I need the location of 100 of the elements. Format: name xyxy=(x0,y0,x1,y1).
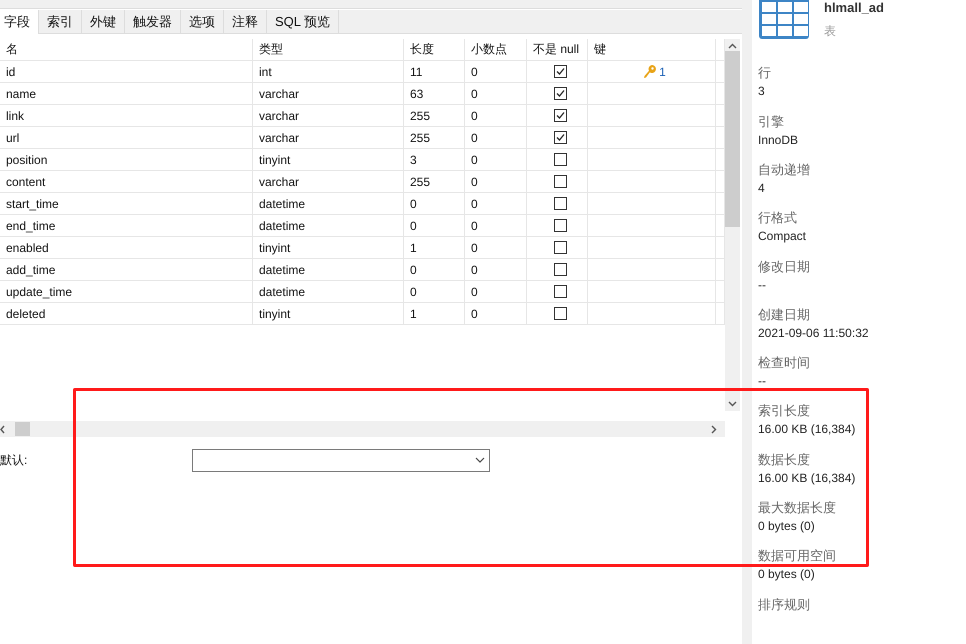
table-cell: link xyxy=(0,105,253,126)
property-value: 4 xyxy=(758,181,766,195)
table-cell: 0 xyxy=(465,83,527,104)
table-cell: 255 xyxy=(404,105,465,126)
column-header[interactable]: 小数点 xyxy=(465,39,527,60)
default-dropdown[interactable] xyxy=(192,448,490,472)
table-cell: 0 xyxy=(465,237,527,258)
property-label: 行 xyxy=(758,64,772,82)
property-label: 索引长度 xyxy=(758,402,811,420)
scroll-up-icon[interactable] xyxy=(728,43,737,49)
column-header[interactable]: 名 xyxy=(0,39,253,60)
table-cell: deleted xyxy=(0,303,253,324)
table-cell: tinyint xyxy=(253,303,404,324)
property-label: 行格式 xyxy=(758,209,798,228)
property-value: 16.00 KB (16,384) xyxy=(758,470,856,485)
table-cell: position xyxy=(0,149,253,170)
table-cell: 63 xyxy=(404,83,465,104)
checkbox[interactable] xyxy=(554,153,566,166)
table-icon xyxy=(758,0,810,40)
property-label: 创建日期 xyxy=(758,306,811,324)
table-cell: end_time xyxy=(0,215,253,236)
table-cell: datetime xyxy=(253,193,404,214)
table-cell: 0 xyxy=(465,171,527,192)
table-cell: 0 xyxy=(465,61,527,82)
table-cell: 0 xyxy=(465,259,527,280)
property-label: 引擎 xyxy=(758,112,785,131)
table-cell: 0 xyxy=(465,127,527,148)
table-cell: id xyxy=(0,61,253,82)
table-cell: 0 xyxy=(465,193,527,214)
table-cell: start_time xyxy=(0,193,253,214)
table-cell: 0 xyxy=(404,193,465,214)
table-cell: update_time xyxy=(0,281,253,302)
property-value: 16.00 KB (16,384) xyxy=(758,422,856,436)
table-cell: tinyint xyxy=(253,149,404,170)
column-header[interactable]: 长度 xyxy=(404,39,465,60)
table-cell: datetime xyxy=(253,259,404,280)
checkbox[interactable] xyxy=(554,263,566,276)
table-cell: enabled xyxy=(0,237,253,258)
scrollbar-thumb[interactable] xyxy=(725,51,740,227)
property-label: 修改日期 xyxy=(758,258,811,276)
tab[interactable]: 字段 xyxy=(0,10,39,34)
table-cell: 1 xyxy=(404,303,465,324)
table-cell: url xyxy=(0,127,253,148)
table-cell: name xyxy=(0,83,253,104)
table-cell: 3 xyxy=(404,149,465,170)
table-cell: 0 xyxy=(465,303,527,324)
property-value: -- xyxy=(758,278,767,292)
property-value: InnoDB xyxy=(758,132,800,147)
table-cell: varchar xyxy=(253,105,404,126)
property-label: 自动递增 xyxy=(758,161,811,179)
chevron-down-icon xyxy=(475,457,485,463)
checkbox[interactable] xyxy=(554,307,566,320)
property-value: 3 xyxy=(758,84,766,98)
table-cell: 0 xyxy=(404,259,465,280)
table-cell: 0 xyxy=(465,149,527,170)
table-cell: 0 xyxy=(404,215,465,236)
table-cell: 1 xyxy=(404,237,465,258)
scroll-down-icon[interactable] xyxy=(728,401,737,407)
column-header[interactable]: 类型 xyxy=(253,39,404,60)
table-cell: 0 xyxy=(465,215,527,236)
table-cell: datetime xyxy=(253,215,404,236)
checkbox[interactable] xyxy=(554,219,566,232)
table-cell: tinyint xyxy=(253,237,404,258)
scroll-left-icon[interactable] xyxy=(0,424,5,434)
scrollbar-thumb[interactable] xyxy=(15,422,30,436)
table-cell: int xyxy=(253,61,404,82)
object-type: 表 xyxy=(824,23,837,40)
table-cell: 0 xyxy=(465,105,527,126)
table-cell: 0 xyxy=(404,281,465,302)
checkbox[interactable] xyxy=(554,65,566,78)
table-cell: 0 xyxy=(465,281,527,302)
property-value: -- xyxy=(758,374,767,388)
checkbox[interactable] xyxy=(554,87,566,100)
column-header[interactable]: 键 xyxy=(588,39,716,60)
table-cell: 255 xyxy=(404,171,465,192)
table-cell: 11 xyxy=(404,61,465,82)
property-label: 数据长度 xyxy=(758,450,811,469)
table-cell: add_time xyxy=(0,259,253,280)
table-cell: varchar xyxy=(253,171,404,192)
table-cell: content xyxy=(0,171,253,192)
property-value: Compact xyxy=(758,229,808,244)
property-label: 数据可用空间 xyxy=(758,547,837,566)
property-value: 0 bytes (0) xyxy=(758,567,816,582)
table-name: hlmall_ad xyxy=(824,0,884,15)
key-number: 1 xyxy=(659,64,666,78)
checkbox[interactable] xyxy=(554,175,566,188)
column-header[interactable]: 不是 null xyxy=(527,39,588,60)
table-cell: varchar xyxy=(253,83,404,104)
property-label: 排序规则 xyxy=(758,596,811,614)
field-label: 默认: xyxy=(0,452,28,468)
property-label: 检查时间 xyxy=(758,354,811,372)
scroll-right-icon[interactable] xyxy=(711,424,717,434)
property-value: 2021-09-06 11:50:32 xyxy=(758,326,870,340)
key-icon xyxy=(643,64,658,79)
checkbox[interactable] xyxy=(554,241,566,254)
checkbox[interactable] xyxy=(554,109,566,122)
checkbox[interactable] xyxy=(554,197,566,210)
table-cell: 255 xyxy=(404,127,465,148)
checkbox[interactable] xyxy=(554,131,566,144)
checkbox[interactable] xyxy=(554,285,566,298)
